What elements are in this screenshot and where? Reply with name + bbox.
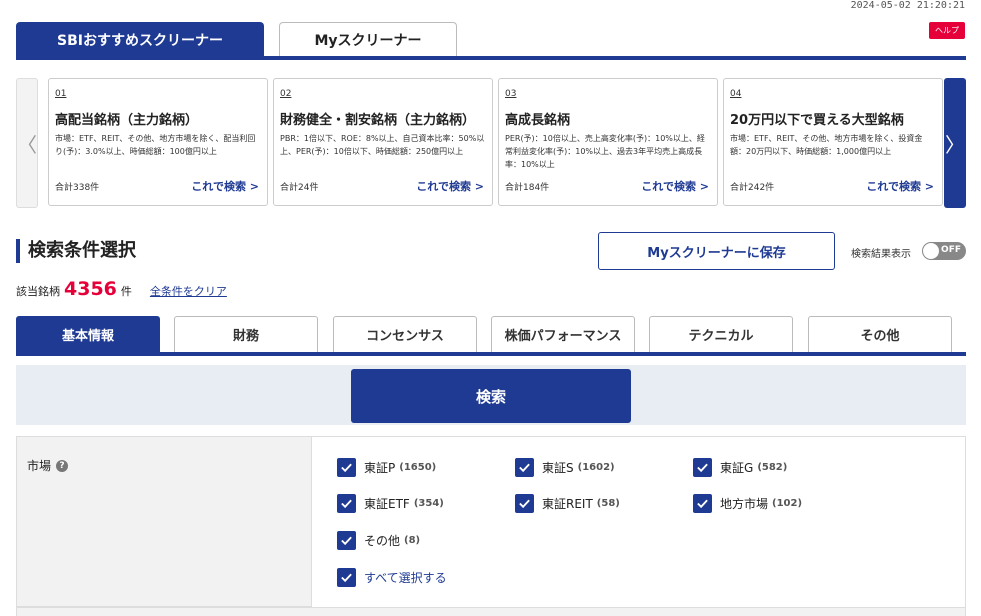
screener-card-01[interactable]: 01 高配当銘柄（主力銘柄） 市場：ETF、REIT、その他、地方市場を除く、配… [48, 78, 268, 206]
question-icon[interactable]: ? [56, 459, 69, 472]
checkbox-checked-icon [337, 568, 356, 587]
checkbox-label: 東証S [542, 461, 574, 475]
checkbox-select-all[interactable]: すべて選択する [337, 568, 447, 587]
checkbox-checked-icon [337, 531, 356, 550]
tab-other[interactable]: その他 [808, 316, 952, 352]
card-title: 20万円以下で買える大型銘柄 [730, 113, 904, 128]
search-button[interactable]: 検索 [351, 369, 631, 423]
checkbox-count: (8) [404, 535, 421, 546]
carousel-next-button[interactable]: 〉 [944, 78, 966, 208]
card-description: 市場：ETF、REIT、その他、地方市場を除く、投資金額：20万円以下、時価総額… [730, 134, 923, 156]
tab-financials[interactable]: 財務 [174, 316, 318, 352]
save-my-screener-button[interactable]: Myスクリーナーに保存 [598, 232, 835, 270]
screener-card-04[interactable]: 04 20万円以下で買える大型銘柄 市場：ETF、REIT、その他、地方市場を除… [723, 78, 943, 206]
card-search-link[interactable]: これで検索 > [416, 178, 484, 194]
checkbox-tse-growth[interactable]: 東証G (582) [693, 458, 787, 477]
checkbox-label: 東証ETF [364, 497, 410, 511]
card-search-link[interactable]: これで検索 > [641, 178, 709, 194]
checkbox-label: その他 [364, 534, 401, 548]
card-search-link[interactable]: これで検索 > [191, 178, 259, 194]
tab-consensus[interactable]: コンセンサス [333, 316, 477, 352]
card-number: 03 [505, 89, 517, 99]
tab-basic-info[interactable]: 基本情報 [16, 316, 160, 352]
tab-price-performance[interactable]: 株価パフォーマンス [491, 316, 635, 352]
checkbox-tse-prime[interactable]: 東証P (1650) [337, 458, 436, 477]
market-label-cell: 市場 ? [17, 437, 312, 607]
checkbox-checked-icon [337, 494, 356, 513]
market-label: 市場 ? [27, 457, 69, 474]
card-description: 市場：ETF、REIT、その他、地方市場を除く、配当利回り(予)：3.0%以上、… [55, 134, 256, 156]
category-tab-bar: 基本情報 財務 コンセンサス 株価パフォーマンス テクニカル その他 [16, 316, 966, 356]
screener-card-02[interactable]: 02 財務健全・割安銘柄（主力銘柄） PBR：1倍以下、ROE：8%以上、自己資… [273, 78, 493, 206]
tab-sbi-recommended[interactable]: SBIおすすめスクリーナー [16, 22, 264, 56]
card-description: PBR：1倍以下、ROE：8%以上、自己資本比率：50%以上、PER(予)：10… [280, 134, 485, 156]
checkbox-count: (582) [757, 462, 788, 473]
recommended-carousel: 〈 01 高配当銘柄（主力銘柄） 市場：ETF、REIT、その他、地方市場を除く… [16, 78, 966, 208]
checkbox-checked-icon [337, 458, 356, 477]
checkbox-label: 東証G [720, 461, 754, 475]
select-all-label: すべて選択する [364, 571, 447, 585]
checkbox-tse-standard[interactable]: 東証S (1602) [515, 458, 615, 477]
checkbox-checked-icon [693, 458, 712, 477]
card-number: 04 [730, 89, 742, 99]
card-count: 合計242件 [730, 183, 775, 193]
market-label-text: 市場 [27, 459, 52, 473]
card-count: 合計184件 [505, 183, 550, 193]
toggle-knob [923, 243, 939, 259]
card-number: 02 [280, 89, 292, 99]
timestamp: 2024-05-02 21:20:21 [850, 0, 965, 11]
next-condition-row [17, 607, 965, 616]
card-title: 高配当銘柄（主力銘柄） [55, 113, 199, 128]
hit-count-row: 該当銘柄 4356 件 全条件をクリア [16, 278, 227, 300]
card-search-link[interactable]: これで検索 > [866, 178, 934, 194]
checkbox-count: (58) [596, 498, 620, 509]
checkbox-label: 地方市場 [720, 497, 769, 511]
tab-technical[interactable]: テクニカル [649, 316, 793, 352]
checkbox-count: (1650) [399, 462, 437, 473]
card-count: 合計338件 [55, 183, 100, 193]
card-count: 合計24件 [280, 183, 319, 193]
card-title: 財務健全・割安銘柄（主力銘柄） [280, 113, 476, 128]
checkbox-other-market[interactable]: その他 (8) [337, 531, 420, 550]
tab-my-screener[interactable]: Myスクリーナー [279, 22, 457, 56]
checkbox-checked-icon [515, 458, 534, 477]
hit-suffix: 件 [120, 285, 132, 298]
checkbox-checked-icon [515, 494, 534, 513]
checkbox-regional-market[interactable]: 地方市場 (102) [693, 494, 802, 513]
toggle-state: OFF [941, 245, 961, 255]
result-display-toggle[interactable]: OFF [922, 242, 966, 260]
condition-table: 市場 ? 東証P (1650) 東証S (1602) 東証G (582) 東証E… [16, 436, 966, 616]
carousel-prev-button[interactable]: 〈 [16, 78, 38, 208]
checkbox-count: (102) [772, 498, 803, 509]
search-band: 検索 [16, 365, 966, 425]
checkbox-tse-reit[interactable]: 東証REIT (58) [515, 494, 620, 513]
checkbox-count: (354) [413, 498, 444, 509]
hit-count: 4356 [64, 278, 117, 300]
checkbox-tse-etf[interactable]: 東証ETF (354) [337, 494, 444, 513]
checkbox-checked-icon [693, 494, 712, 513]
checkbox-label: 東証P [364, 461, 396, 475]
checkbox-label: 東証REIT [542, 497, 593, 511]
clear-all-link[interactable]: 全条件をクリア [150, 283, 227, 299]
top-tab-bar: SBIおすすめスクリーナー Myスクリーナー [16, 22, 966, 60]
card-title: 高成長銘柄 [505, 113, 571, 128]
card-description: PER(予)：10倍以上、売上高変化率(予)：10%以上、経常利益変化率(予)：… [505, 134, 705, 169]
section-title: 検索条件選択 [16, 239, 136, 263]
screener-card-03[interactable]: 03 高成長銘柄 PER(予)：10倍以上、売上高変化率(予)：10%以上、経常… [498, 78, 718, 206]
card-number: 01 [55, 89, 67, 99]
result-display-label: 検索結果表示 [851, 249, 911, 260]
checkbox-count: (1602) [577, 462, 615, 473]
hit-prefix: 該当銘柄 [16, 285, 60, 298]
